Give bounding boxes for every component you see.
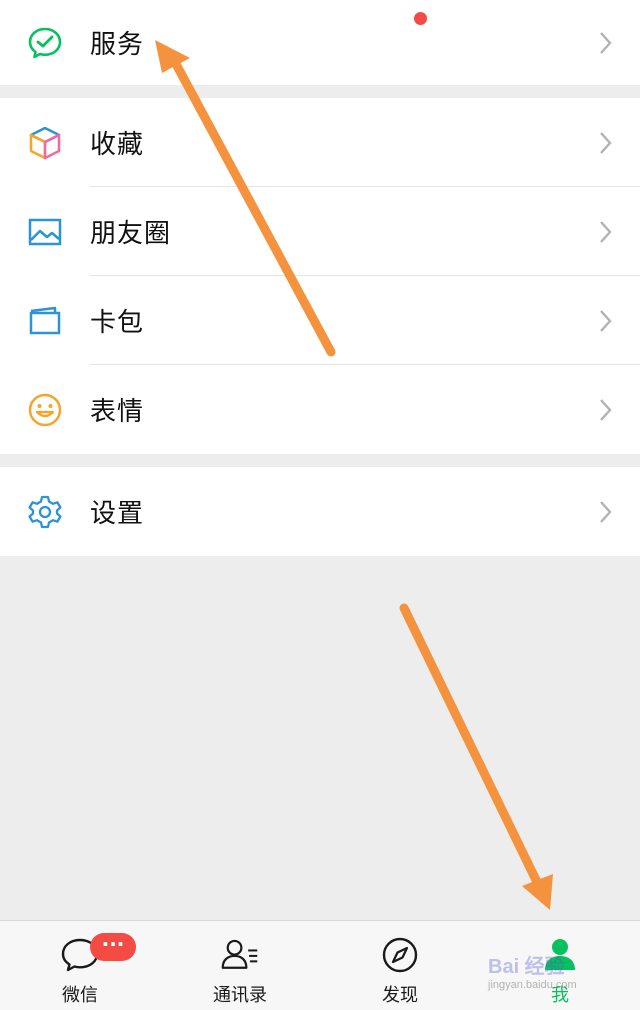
tab-contacts[interactable]: 通讯录 [160, 921, 320, 1010]
contacts-icon [220, 935, 260, 975]
menu-label-moments: 朋友圈 [90, 219, 172, 249]
chevron-right-icon [600, 220, 612, 243]
tab-chats[interactable]: 微信 ··· [0, 921, 160, 1010]
annotation-arrow-to-me-tab [399, 603, 553, 910]
menu-item-stickers[interactable]: 表情 [0, 365, 640, 454]
wechat-pay-icon [26, 24, 64, 62]
section-gap [0, 454, 640, 467]
menu-label-service: 服务 [90, 30, 145, 60]
menu-item-cards[interactable]: 卡包 [0, 276, 640, 365]
cube-icon [26, 124, 64, 162]
menu-item-favorites[interactable]: 收藏 [0, 98, 640, 187]
menu-label-cards: 卡包 [90, 308, 145, 338]
gear-icon [26, 493, 64, 531]
section-gap [0, 85, 640, 98]
menu-item-moments[interactable]: 朋友圈 [0, 187, 640, 276]
watermark-logo: Bai 经验 jingyan.baidu.com [488, 950, 618, 1000]
menu-label-settings: 设置 [90, 499, 145, 529]
me-page: 服务 收藏 朋友圈 卡包 表情 设置 微信 ··· 通讯录 发现 我 Bai 经… [0, 0, 640, 1010]
tab-label-contacts: 通讯录 [213, 985, 267, 1006]
menu-item-settings[interactable]: 设置 [0, 467, 640, 556]
settings-group: 设置 [0, 467, 640, 556]
unread-badge: ··· [90, 933, 136, 961]
smiley-icon [26, 391, 64, 429]
watermark-sub: jingyan.baidu.com [488, 979, 577, 991]
card-wallet-icon [26, 302, 64, 340]
tab-label-chats: 微信 [62, 985, 98, 1006]
chevron-right-icon [600, 309, 612, 332]
chevron-right-icon [600, 31, 612, 54]
features-group: 收藏 朋友圈 卡包 表情 [0, 98, 640, 454]
picture-icon [26, 213, 64, 251]
menu-label-favorites: 收藏 [90, 130, 145, 160]
watermark-main: Bai 经验 [488, 956, 565, 978]
chevron-right-icon [600, 131, 612, 154]
chevron-right-icon [600, 500, 612, 523]
discover-notification-dot [414, 12, 427, 25]
menu-label-stickers: 表情 [90, 397, 145, 427]
tab-discover[interactable]: 发现 [320, 921, 480, 1010]
chevron-right-icon [600, 398, 612, 421]
tab-label-discover: 发现 [382, 985, 418, 1006]
compass-icon [380, 935, 420, 975]
menu-item-service[interactable]: 服务 [0, 0, 640, 85]
service-group: 服务 [0, 0, 640, 85]
